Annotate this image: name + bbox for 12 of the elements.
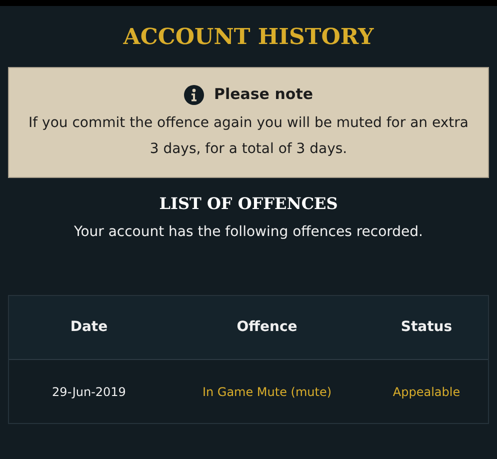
section-title: LIST OF OFFENCES	[159, 193, 338, 215]
column-header: Date	[70, 318, 108, 337]
column-header: Status	[400, 318, 452, 337]
info-icon	[184, 84, 204, 104]
note-heading: Please note	[214, 84, 314, 106]
table-cell-text: In Game Mute (mute)	[202, 384, 332, 400]
table-cell-text: 29-Jun-2019	[52, 384, 126, 400]
column-header: Offence	[236, 318, 298, 337]
note-text: If you commit the offence again you will be muted for an extra 3 days, for a total of 3 days.	[28, 114, 468, 159]
section-subtitle: Your account has the following offences recorded.	[74, 223, 423, 242]
table-cell-text: Appealable	[392, 384, 460, 400]
page-title: ACCOUNT HISTORY	[123, 23, 374, 51]
